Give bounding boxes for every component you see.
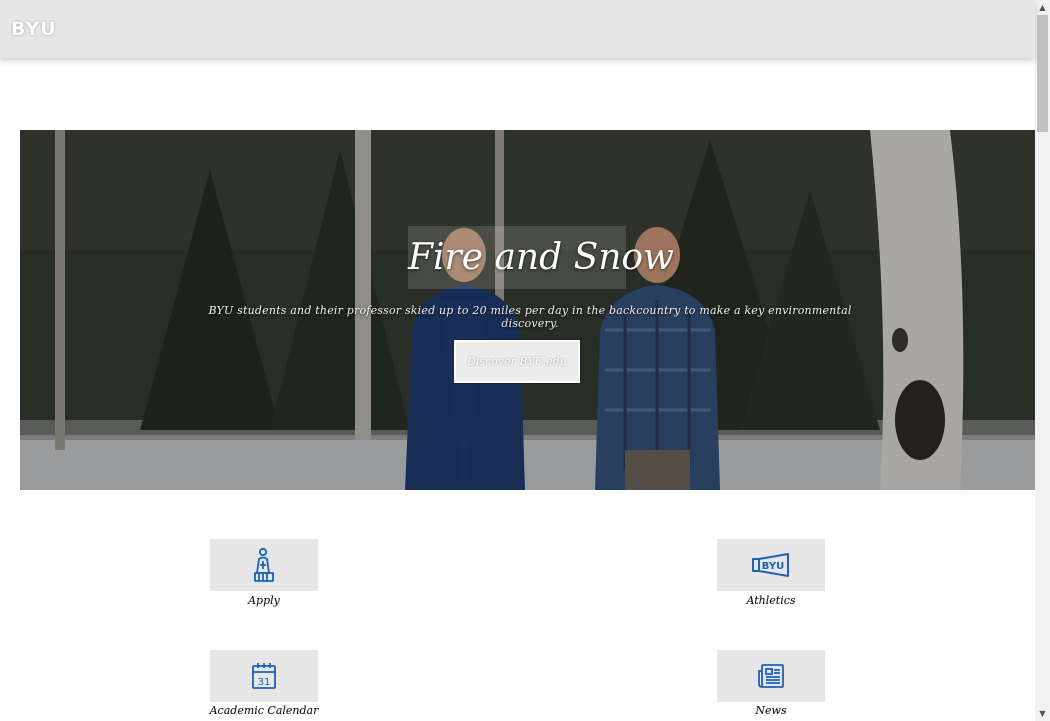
athletics-label[interactable]: Athletics xyxy=(701,594,841,607)
byu-megaphone-icon: BYU xyxy=(752,553,789,577)
athletics-tile[interactable]: BYU xyxy=(717,539,825,591)
scroll-thumb[interactable] xyxy=(1037,15,1048,132)
apply-tile[interactable] xyxy=(210,539,318,591)
page-scrollbar[interactable]: ▲ ▼ xyxy=(1035,0,1050,721)
newspaper-icon xyxy=(758,664,784,688)
student-statue-icon xyxy=(254,547,274,582)
scroll-up-icon[interactable]: ▲ xyxy=(1035,0,1050,15)
scroll-down-icon[interactable]: ▼ xyxy=(1035,706,1050,721)
apply-label[interactable]: Apply xyxy=(194,594,334,607)
hero-banner: Fire and Snow BYU students and their pro… xyxy=(20,130,1035,490)
byu-logo[interactable]: BYU xyxy=(11,18,57,40)
megaphone-text: BYU xyxy=(762,561,784,572)
calendar-tile[interactable]: 31 xyxy=(210,650,318,702)
hero-title: Fire and Snow xyxy=(408,226,674,289)
calendar-icon: 31 xyxy=(252,663,276,689)
news-label[interactable]: News xyxy=(701,704,841,717)
calendar-day: 31 xyxy=(258,677,271,688)
site-header: BYU xyxy=(0,0,1035,58)
hero-subtitle: BYU students and their professor skied u… xyxy=(208,304,852,330)
academic-calendar-label[interactable]: Academic Calendar xyxy=(194,704,334,717)
news-tile[interactable] xyxy=(717,650,825,702)
discover-button[interactable]: Discover BYU.edu xyxy=(454,340,580,383)
